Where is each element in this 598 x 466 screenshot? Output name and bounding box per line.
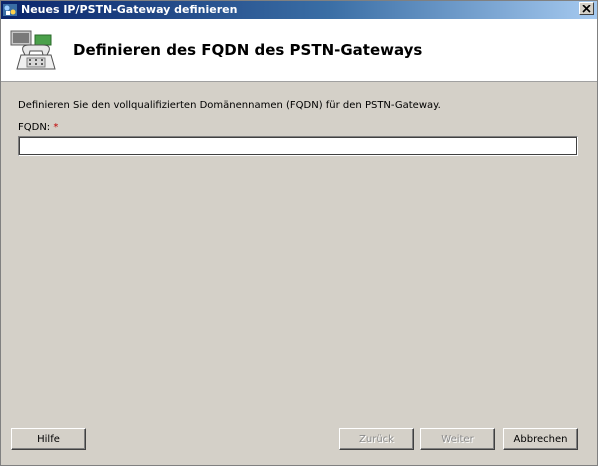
app-icon <box>3 3 17 16</box>
wizard-header: Definieren des FQDN des PSTN-Gateways <box>1 19 597 82</box>
telephone-gateway-icon <box>10 30 56 70</box>
wizard-content: Definieren Sie den vollqualifizierten Do… <box>18 100 578 156</box>
page-title: Definieren des FQDN des PSTN-Gateways <box>73 41 423 59</box>
window-title: Neues IP/PSTN-Gateway definieren <box>21 3 238 16</box>
back-button[interactable]: Zurück <box>339 428 414 450</box>
fqdn-input[interactable] <box>18 136 578 156</box>
help-button[interactable]: Hilfe <box>11 428 86 450</box>
required-marker: * <box>53 122 59 133</box>
description-text: Definieren Sie den vollqualifizierten Do… <box>18 100 441 111</box>
next-button[interactable]: Weiter <box>420 428 495 450</box>
close-button[interactable] <box>579 2 594 15</box>
cancel-button[interactable]: Abbrechen <box>503 428 578 450</box>
title-bar: Neues IP/PSTN-Gateway definieren <box>0 0 598 19</box>
close-icon <box>582 4 591 13</box>
fqdn-label-text: FQDN: <box>18 122 51 133</box>
fqdn-label: FQDN: * <box>18 122 578 133</box>
